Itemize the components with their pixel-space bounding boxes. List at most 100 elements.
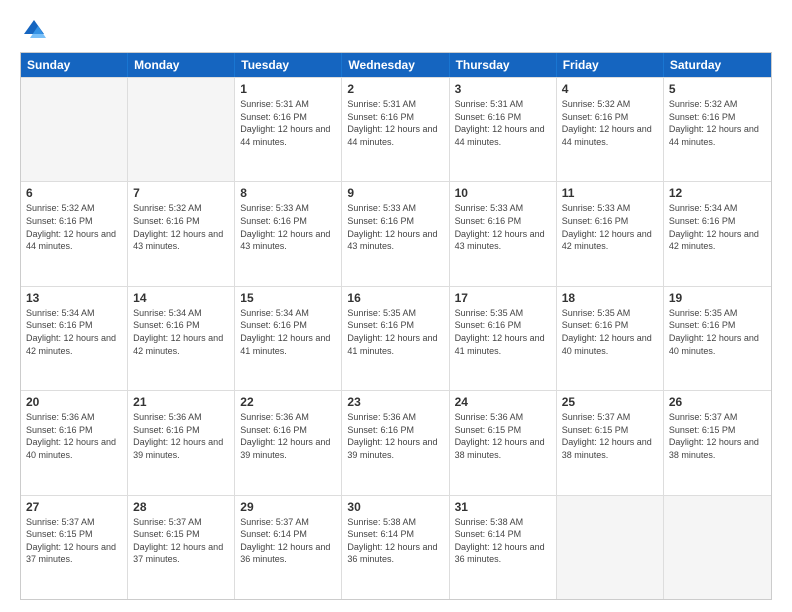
calendar-cell <box>664 496 771 599</box>
day-number: 26 <box>669 395 766 409</box>
day-info: Sunrise: 5:34 AM Sunset: 6:16 PM Dayligh… <box>669 202 766 252</box>
day-info: Sunrise: 5:33 AM Sunset: 6:16 PM Dayligh… <box>455 202 551 252</box>
day-number: 11 <box>562 186 658 200</box>
calendar-cell: 25 Sunrise: 5:37 AM Sunset: 6:15 PM Dayli… <box>557 391 664 494</box>
day-number: 23 <box>347 395 443 409</box>
day-info: Sunrise: 5:33 AM Sunset: 6:16 PM Dayligh… <box>347 202 443 252</box>
calendar-cell: 3 Sunrise: 5:31 AM Sunset: 6:16 PM Daylig… <box>450 78 557 181</box>
day-info: Sunrise: 5:32 AM Sunset: 6:16 PM Dayligh… <box>26 202 122 252</box>
day-number: 12 <box>669 186 766 200</box>
calendar-header-row: SundayMondayTuesdayWednesdayThursdayFrid… <box>21 53 771 77</box>
calendar-week: 1 Sunrise: 5:31 AM Sunset: 6:16 PM Daylig… <box>21 77 771 181</box>
day-info: Sunrise: 5:34 AM Sunset: 6:16 PM Dayligh… <box>133 307 229 357</box>
calendar-body: 1 Sunrise: 5:31 AM Sunset: 6:16 PM Daylig… <box>21 77 771 599</box>
day-number: 27 <box>26 500 122 514</box>
day-number: 21 <box>133 395 229 409</box>
day-number: 31 <box>455 500 551 514</box>
day-info: Sunrise: 5:31 AM Sunset: 6:16 PM Dayligh… <box>347 98 443 148</box>
day-info: Sunrise: 5:31 AM Sunset: 6:16 PM Dayligh… <box>455 98 551 148</box>
day-number: 13 <box>26 291 122 305</box>
calendar-cell: 29 Sunrise: 5:37 AM Sunset: 6:14 PM Dayli… <box>235 496 342 599</box>
day-number: 28 <box>133 500 229 514</box>
calendar-cell: 7Sunrise: 5:32 AM Sunset: 6:16 PM Daylig… <box>128 182 235 285</box>
header <box>20 16 772 44</box>
calendar-cell: 1 Sunrise: 5:31 AM Sunset: 6:16 PM Daylig… <box>235 78 342 181</box>
day-info: Sunrise: 5:35 AM Sunset: 6:16 PM Dayligh… <box>347 307 443 357</box>
day-info: Sunrise: 5:33 AM Sunset: 6:16 PM Dayligh… <box>240 202 336 252</box>
calendar-cell: 5 Sunrise: 5:32 AM Sunset: 6:16 PM Daylig… <box>664 78 771 181</box>
calendar-cell: 21 Sunrise: 5:36 AM Sunset: 6:16 PM Dayli… <box>128 391 235 494</box>
calendar-cell: 16 Sunrise: 5:35 AM Sunset: 6:16 PM Dayli… <box>342 287 449 390</box>
day-info: Sunrise: 5:32 AM Sunset: 6:16 PM Dayligh… <box>562 98 658 148</box>
calendar-week: 6Sunrise: 5:32 AM Sunset: 6:16 PM Daylig… <box>21 181 771 285</box>
calendar-cell: 30Sunrise: 5:38 AM Sunset: 6:14 PM Dayli… <box>342 496 449 599</box>
day-number: 22 <box>240 395 336 409</box>
calendar-cell <box>21 78 128 181</box>
day-info: Sunrise: 5:32 AM Sunset: 6:16 PM Dayligh… <box>669 98 766 148</box>
day-info: Sunrise: 5:36 AM Sunset: 6:16 PM Dayligh… <box>133 411 229 461</box>
day-info: Sunrise: 5:38 AM Sunset: 6:14 PM Dayligh… <box>455 516 551 566</box>
day-number: 24 <box>455 395 551 409</box>
day-info: Sunrise: 5:37 AM Sunset: 6:15 PM Dayligh… <box>26 516 122 566</box>
calendar-cell: 9Sunrise: 5:33 AM Sunset: 6:16 PM Daylig… <box>342 182 449 285</box>
day-info: Sunrise: 5:37 AM Sunset: 6:14 PM Dayligh… <box>240 516 336 566</box>
calendar-header-cell: Sunday <box>21 53 128 77</box>
calendar-header-cell: Monday <box>128 53 235 77</box>
calendar-cell: 17Sunrise: 5:35 AM Sunset: 6:16 PM Dayli… <box>450 287 557 390</box>
day-info: Sunrise: 5:31 AM Sunset: 6:16 PM Dayligh… <box>240 98 336 148</box>
day-info: Sunrise: 5:35 AM Sunset: 6:16 PM Dayligh… <box>669 307 766 357</box>
logo-icon <box>20 16 48 44</box>
day-number: 16 <box>347 291 443 305</box>
calendar-cell: 27 Sunrise: 5:37 AM Sunset: 6:15 PM Dayli… <box>21 496 128 599</box>
calendar-header-cell: Friday <box>557 53 664 77</box>
calendar-header-cell: Tuesday <box>235 53 342 77</box>
calendar-cell: 15Sunrise: 5:34 AM Sunset: 6:16 PM Dayli… <box>235 287 342 390</box>
calendar-cell <box>128 78 235 181</box>
calendar-cell: 2Sunrise: 5:31 AM Sunset: 6:16 PM Daylig… <box>342 78 449 181</box>
calendar-cell: 14 Sunrise: 5:34 AM Sunset: 6:16 PM Dayli… <box>128 287 235 390</box>
calendar-header-cell: Wednesday <box>342 53 449 77</box>
calendar-week: 27 Sunrise: 5:37 AM Sunset: 6:15 PM Dayli… <box>21 495 771 599</box>
day-info: Sunrise: 5:34 AM Sunset: 6:16 PM Dayligh… <box>26 307 122 357</box>
calendar-header-cell: Saturday <box>664 53 771 77</box>
day-info: Sunrise: 5:33 AM Sunset: 6:16 PM Dayligh… <box>562 202 658 252</box>
day-number: 20 <box>26 395 122 409</box>
day-number: 1 <box>240 82 336 96</box>
calendar: SundayMondayTuesdayWednesdayThursdayFrid… <box>20 52 772 600</box>
day-number: 30 <box>347 500 443 514</box>
calendar-cell <box>557 496 664 599</box>
day-info: Sunrise: 5:36 AM Sunset: 6:16 PM Dayligh… <box>347 411 443 461</box>
day-number: 4 <box>562 82 658 96</box>
day-number: 18 <box>562 291 658 305</box>
calendar-cell: 6Sunrise: 5:32 AM Sunset: 6:16 PM Daylig… <box>21 182 128 285</box>
logo <box>20 16 52 44</box>
calendar-header-cell: Thursday <box>450 53 557 77</box>
calendar-cell: 23 Sunrise: 5:36 AM Sunset: 6:16 PM Dayli… <box>342 391 449 494</box>
day-number: 25 <box>562 395 658 409</box>
day-number: 29 <box>240 500 336 514</box>
calendar-cell: 24 Sunrise: 5:36 AM Sunset: 6:15 PM Dayli… <box>450 391 557 494</box>
calendar-cell: 26 Sunrise: 5:37 AM Sunset: 6:15 PM Dayli… <box>664 391 771 494</box>
calendar-cell: 13 Sunrise: 5:34 AM Sunset: 6:16 PM Dayli… <box>21 287 128 390</box>
day-info: Sunrise: 5:36 AM Sunset: 6:15 PM Dayligh… <box>455 411 551 461</box>
calendar-cell: 20 Sunrise: 5:36 AM Sunset: 6:16 PM Dayli… <box>21 391 128 494</box>
day-info: Sunrise: 5:36 AM Sunset: 6:16 PM Dayligh… <box>26 411 122 461</box>
day-number: 19 <box>669 291 766 305</box>
day-info: Sunrise: 5:37 AM Sunset: 6:15 PM Dayligh… <box>133 516 229 566</box>
calendar-cell: 10Sunrise: 5:33 AM Sunset: 6:16 PM Dayli… <box>450 182 557 285</box>
calendar-cell: 19 Sunrise: 5:35 AM Sunset: 6:16 PM Dayli… <box>664 287 771 390</box>
calendar-cell: 8Sunrise: 5:33 AM Sunset: 6:16 PM Daylig… <box>235 182 342 285</box>
calendar-cell: 22 Sunrise: 5:36 AM Sunset: 6:16 PM Dayli… <box>235 391 342 494</box>
calendar-cell: 18 Sunrise: 5:35 AM Sunset: 6:16 PM Dayli… <box>557 287 664 390</box>
day-number: 3 <box>455 82 551 96</box>
calendar-cell: 11 Sunrise: 5:33 AM Sunset: 6:16 PM Dayli… <box>557 182 664 285</box>
calendar-cell: 28 Sunrise: 5:37 AM Sunset: 6:15 PM Dayli… <box>128 496 235 599</box>
day-info: Sunrise: 5:37 AM Sunset: 6:15 PM Dayligh… <box>562 411 658 461</box>
day-number: 5 <box>669 82 766 96</box>
day-info: Sunrise: 5:36 AM Sunset: 6:16 PM Dayligh… <box>240 411 336 461</box>
calendar-cell: 4 Sunrise: 5:32 AM Sunset: 6:16 PM Daylig… <box>557 78 664 181</box>
day-number: 14 <box>133 291 229 305</box>
day-info: Sunrise: 5:37 AM Sunset: 6:15 PM Dayligh… <box>669 411 766 461</box>
day-number: 7 <box>133 186 229 200</box>
day-info: Sunrise: 5:35 AM Sunset: 6:16 PM Dayligh… <box>562 307 658 357</box>
